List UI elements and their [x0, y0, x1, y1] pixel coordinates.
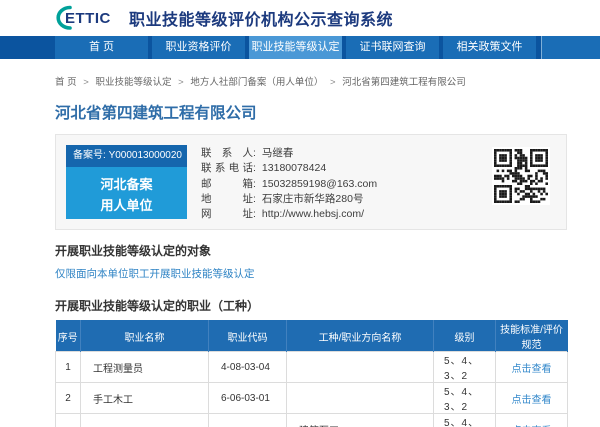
nav-tab-certificate-query[interactable]: 证书联网查询 [346, 36, 439, 59]
table-row: 2手工木工6-06-03-01 5、4、3、2 点击查看 [56, 383, 568, 414]
contact-phone-label: 联系电话 [201, 161, 253, 176]
svg-text:ETTIC: ETTIC [65, 10, 111, 27]
breadcrumb-separator: > [178, 77, 184, 88]
header-job-code: 职业代码 [209, 321, 287, 352]
record-badge: 备案号: Y000013000020 河北备案 用人单位 [66, 145, 187, 219]
row-index-cell: 1 [56, 352, 81, 383]
breadcrumb-company: 河北省第四建筑工程有限公司 [342, 77, 466, 88]
view-link[interactable]: 点击查看 [512, 395, 552, 406]
breadcrumb: 首 页 > 职业技能等级认定 > 地方人社部门备案（用人单位） > 河北省第四建… [55, 74, 567, 88]
table-row: 3砌筑工6-29-01-01建筑瓦工5、4、3、2点击查看 [56, 414, 568, 427]
site-header: ETTIC 职业技能等级评价机构公示查询系统 [0, 0, 600, 36]
header-trade-name: 工种/职业方向名称 [287, 321, 434, 352]
contact-phone-row: 联系电话:13180078424 [201, 161, 377, 176]
contact-person-value: 马继春 [262, 147, 294, 159]
job-code-cell: 4-08-03-04 [209, 352, 287, 383]
breadcrumb-record-list[interactable]: 地方人社部门备案（用人单位） [190, 77, 323, 88]
trade-name-cell: 建筑瓦工 [287, 414, 434, 427]
page: ETTIC 职业技能等级评价机构公示查询系统 首 页 职业资格评价 职业技能等级… [0, 0, 600, 427]
nav-filler [541, 36, 600, 59]
row-index-cell: 2 [56, 383, 81, 414]
jobs-table-header: 序号 职业名称 职业代码 工种/职业方向名称 级别 技能标准/评价规范 [56, 321, 568, 352]
header-spec: 技能标准/评价规范 [496, 321, 568, 352]
cettic-logo-icon: ETTIC [54, 5, 120, 31]
jobs-table: 序号 职业名称 职业代码 工种/职业方向名称 级别 技能标准/评价规范 1工程测… [55, 320, 568, 427]
job-name-cell: 工程测量员 [81, 352, 209, 383]
contact-info: 联系人:马继春 联系电话:13180078424 邮箱:15032859198@… [201, 145, 377, 219]
contact-email-row: 邮箱:15032859198@163.com [201, 177, 377, 192]
job-code-cell: 6-06-03-01 [209, 383, 287, 414]
contact-address-row: 地址:石家庄市新华路280号 [201, 192, 377, 207]
breadcrumb-skill-level[interactable]: 职业技能等级认定 [95, 77, 171, 88]
record-number-label: 备案号: [73, 150, 106, 161]
cettic-logo: ETTIC [54, 5, 120, 31]
qr-code [492, 147, 550, 205]
breadcrumb-home[interactable]: 首 页 [55, 77, 77, 88]
badge-region: 河北备案 [66, 174, 187, 195]
nav-tab-policy-files[interactable]: 相关政策文件 [443, 36, 536, 59]
table-row: 1工程测量员4-08-03-04 5、4、3、2 点击查看 [56, 352, 568, 383]
badge-type: 用人单位 [66, 195, 187, 216]
record-number-value: Y000013000020 [109, 150, 182, 161]
header-levels: 级别 [434, 321, 496, 352]
target-section-text: 仅限面向本单位职工开展职业技能等级认定 [55, 266, 567, 281]
main-nav: 首 页 职业资格评价 职业技能等级认定 证书联网查询 相关政策文件 [0, 36, 600, 59]
contact-address-label: 地址 [201, 192, 253, 207]
nav-tab-home[interactable]: 首 页 [55, 36, 148, 59]
trade-name-cell [287, 352, 434, 383]
job-name-cell: 手工木工 [81, 383, 209, 414]
target-section-heading: 开展职业技能等级认定的对象 [55, 242, 567, 259]
company-info-card: 备案号: Y000013000020 河北备案 用人单位 联系人:马继春 联系电… [55, 134, 567, 230]
view-link[interactable]: 点击查看 [512, 364, 552, 375]
page-title: 河北省第四建筑工程有限公司 [55, 101, 567, 123]
levels-cell: 5、4、3、2 [434, 383, 496, 414]
header-job-name: 职业名称 [81, 321, 209, 352]
contact-phone-value: 13180078424 [262, 162, 326, 174]
content: 首 页 > 职业技能等级认定 > 地方人社部门备案（用人单位） > 河北省第四建… [0, 74, 600, 427]
contact-person-row: 联系人:马继春 [201, 146, 377, 161]
view-link-cell: 点击查看 [496, 383, 568, 414]
contact-email-label: 邮箱 [201, 177, 253, 192]
site-title: 职业技能等级评价机构公示查询系统 [129, 6, 393, 30]
job-code-cell: 6-29-01-01 [209, 414, 287, 427]
jobs-section-heading: 开展职业技能等级认定的职业（工种） [55, 297, 567, 314]
levels-cell: 5、4、3、2 [434, 352, 496, 383]
contact-website-row: 网址:http://www.hebsj.com/ [201, 207, 377, 222]
contact-address-value: 石家庄市新华路280号 [262, 193, 364, 205]
view-link-cell: 点击查看 [496, 352, 568, 383]
view-link-cell: 点击查看 [496, 414, 568, 427]
contact-website-value: http://www.hebsj.com/ [262, 208, 364, 220]
breadcrumb-separator: > [330, 77, 336, 88]
contact-person-label: 联系人 [201, 146, 253, 161]
record-number: 备案号: Y000013000020 [66, 145, 187, 167]
levels-cell: 5、4、3、2 [434, 414, 496, 427]
contact-website-label: 网址 [201, 207, 253, 222]
nav-tab-qualification[interactable]: 职业资格评价 [152, 36, 245, 59]
nav-tab-skill-level[interactable]: 职业技能等级认定 [249, 36, 342, 59]
contact-email-value: 15032859198@163.com [262, 178, 377, 190]
row-index-cell: 3 [56, 414, 81, 427]
breadcrumb-separator: > [83, 77, 89, 88]
trade-name-cell [287, 383, 434, 414]
job-name-cell: 砌筑工 [81, 414, 209, 427]
record-type-badge: 河北备案 用人单位 [66, 167, 187, 219]
jobs-table-body: 1工程测量员4-08-03-045、4、3、2点击查看2手工木工6-06-03-… [56, 352, 568, 427]
header-index: 序号 [56, 321, 81, 352]
